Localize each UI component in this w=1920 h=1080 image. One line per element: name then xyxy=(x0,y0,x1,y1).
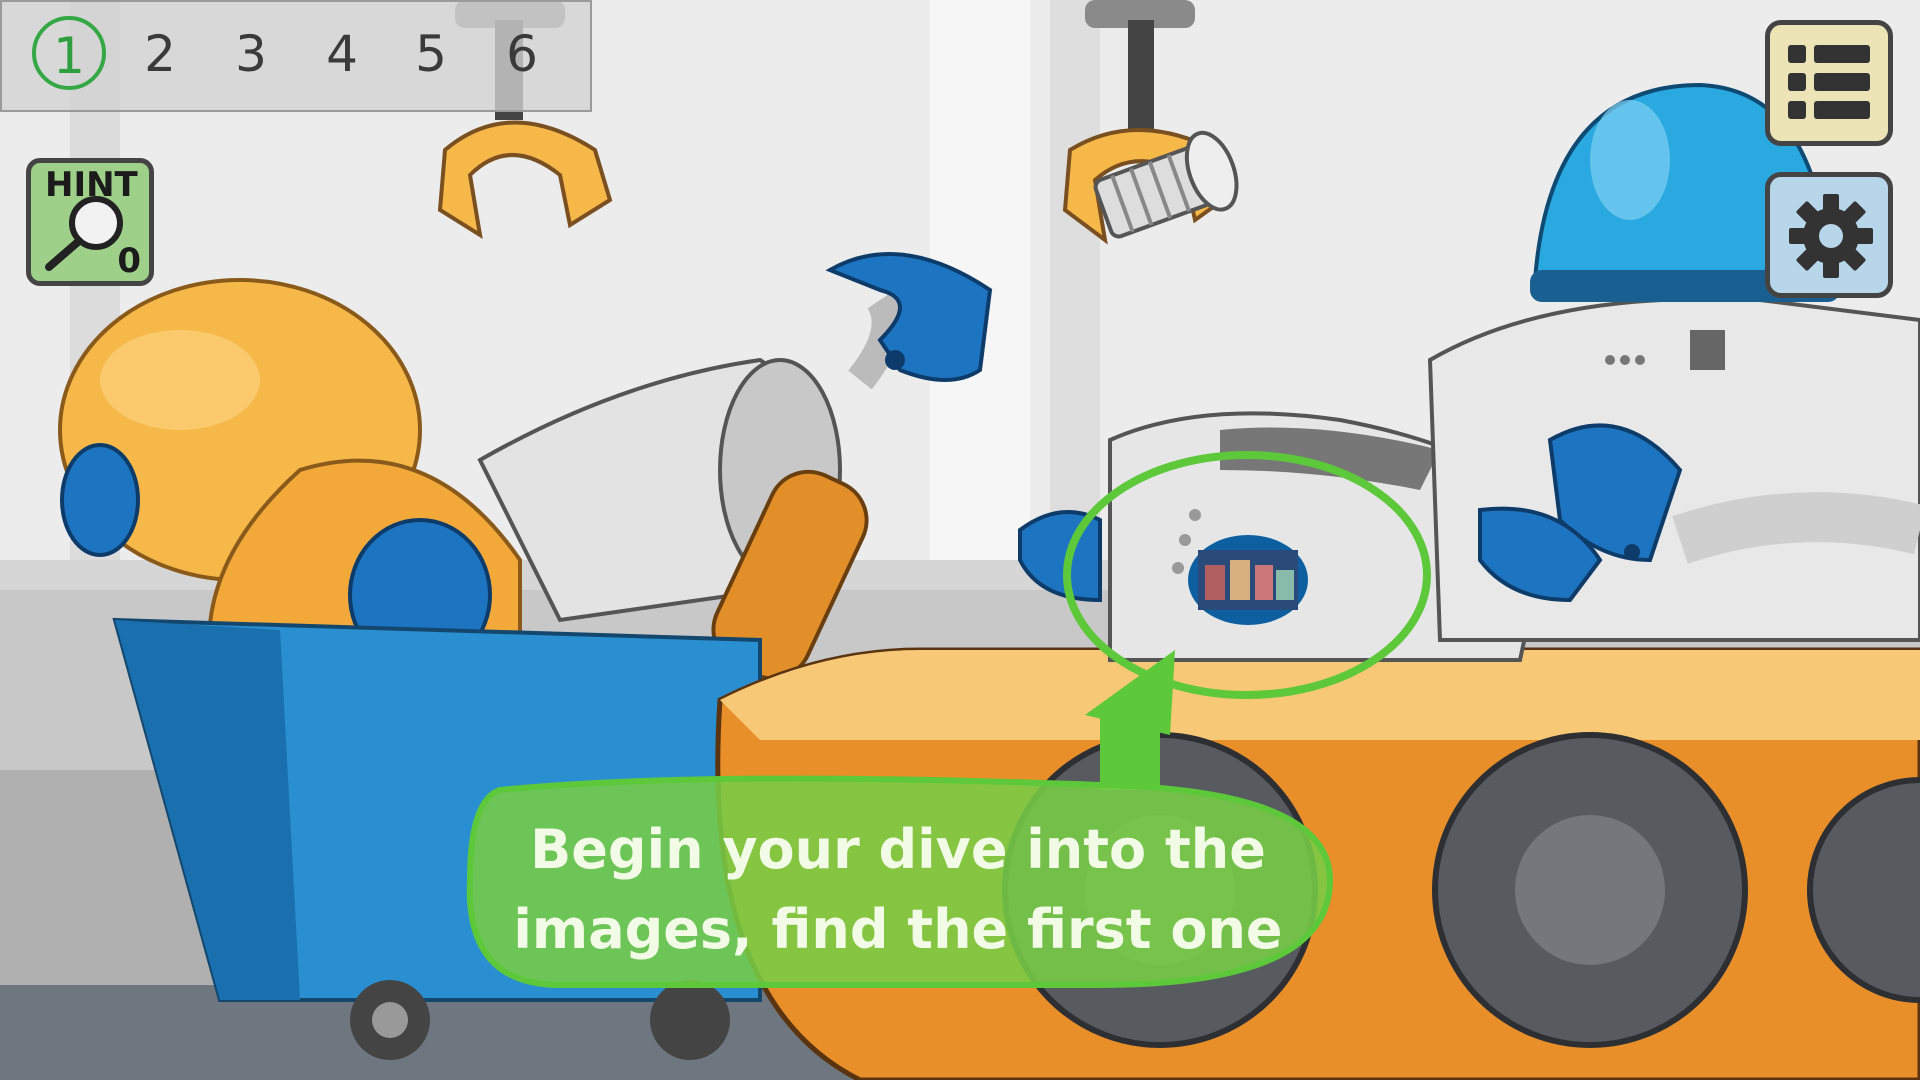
list-menu-icon xyxy=(1788,45,1870,119)
menu-button[interactable] xyxy=(1765,20,1893,146)
gear-icon xyxy=(1789,194,1873,278)
tutorial-message: Begin your dive into the images, find th… xyxy=(488,810,1308,970)
hint-button[interactable]: HINT 0 xyxy=(26,158,154,286)
hint-count: 0 xyxy=(117,241,141,281)
level-3-indicator[interactable]: 3 xyxy=(221,24,281,84)
tutorial-line-1: Begin your dive into the xyxy=(530,818,1266,881)
level-1-indicator[interactable]: 1 xyxy=(32,16,106,90)
level-6-indicator[interactable]: 6 xyxy=(492,24,552,84)
level-5-indicator[interactable]: 5 xyxy=(401,24,461,84)
level-selector: 1 2 3 4 5 6 xyxy=(0,0,592,112)
tutorial-line-2: images, find the first one xyxy=(513,898,1283,961)
level-4-indicator[interactable]: 4 xyxy=(312,24,372,84)
settings-button[interactable] xyxy=(1765,172,1893,298)
level-2-indicator[interactable]: 2 xyxy=(130,24,190,84)
